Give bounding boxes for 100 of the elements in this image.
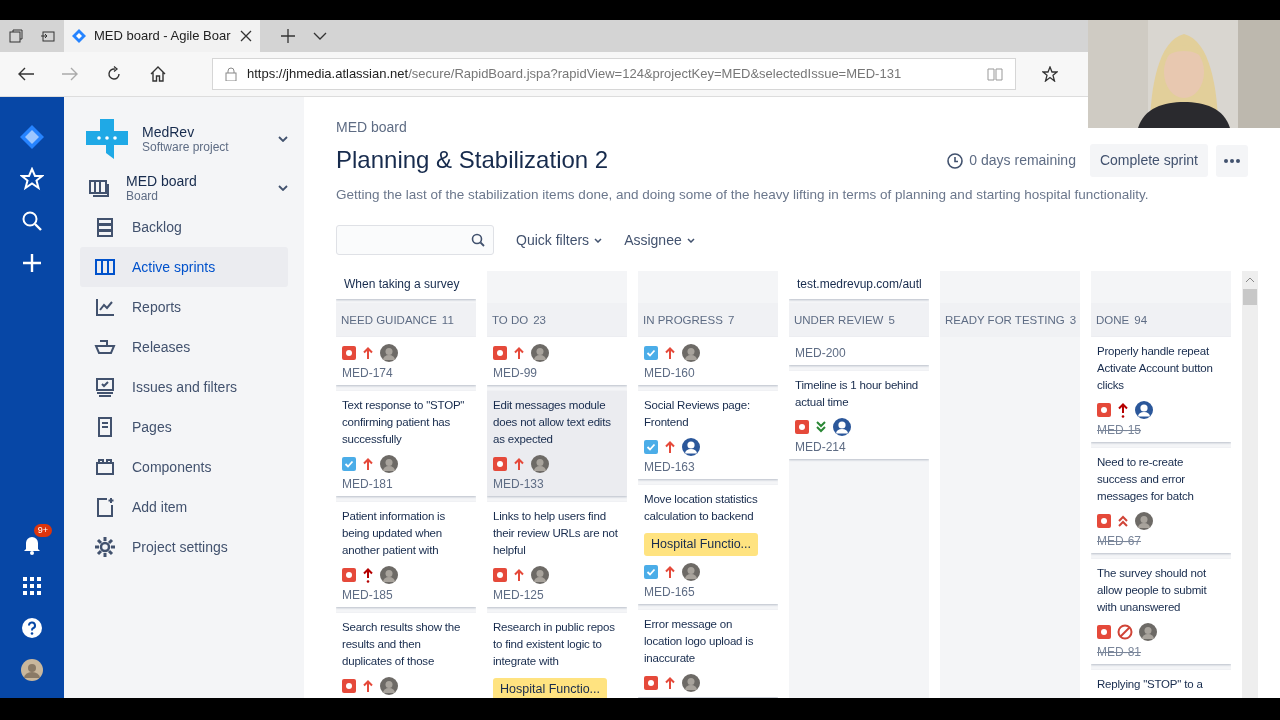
avatar-icon[interactable] (20, 658, 44, 682)
filter-dropdown[interactable]: Quick filters (516, 229, 603, 251)
nav-item[interactable]: Releases (80, 327, 288, 367)
issue-key[interactable]: MED-200 (795, 345, 924, 362)
breadcrumb-link[interactable]: MED board (336, 117, 407, 138)
issue-summary: Patient information is being updated when another patient with (342, 509, 446, 559)
issue-card[interactable]: MED-99 (487, 337, 627, 386)
nav-item[interactable]: Pages (80, 407, 288, 447)
issue-count: 94 (1134, 312, 1148, 328)
nav-item[interactable]: Add item (80, 487, 288, 527)
stack-icon (94, 216, 116, 238)
issue-summary: Search results show the results and then duplicates of those (342, 620, 462, 670)
plus-icon[interactable] (281, 29, 295, 43)
refresh-icon[interactable] (106, 66, 122, 82)
chevron-down-icon[interactable] (278, 185, 288, 191)
diamond-icon (72, 29, 86, 43)
issue-summary: Text response to "STOP" confirming patient has successfully (342, 398, 466, 448)
issue-summary: Social Reviews page: Frontend (644, 398, 751, 431)
search-icon[interactable] (20, 209, 44, 233)
nav-item[interactable]: Issues and filters (80, 367, 288, 407)
close-icon[interactable] (240, 30, 252, 42)
chevron-down-icon (686, 237, 695, 243)
days-remaining: 0 days remaining (969, 151, 1076, 170)
issue-key[interactable]: MED-165 (644, 584, 773, 600)
nav-item[interactable]: Components (80, 447, 288, 487)
issue-key[interactable]: MED-181 (342, 476, 471, 493)
issue-card[interactable]: Error message on location logo upload is inaccurate (638, 610, 778, 697)
issue-card[interactable]: Properly handle repeat Activate Account button clicks MED-15 (1091, 337, 1231, 443)
chevron-down-icon[interactable] (313, 32, 327, 40)
nav-item[interactable]: Active sprints (80, 247, 288, 287)
issue-key[interactable]: MED-133 (493, 476, 622, 493)
chevron-down-icon (594, 237, 603, 243)
issue-summary: Replying "STOP" to a (1097, 677, 1204, 693)
issue-count: 3 (1069, 312, 1077, 328)
tab-preview-icon[interactable] (40, 28, 56, 44)
issue-key[interactable]: MED-214 (795, 439, 924, 456)
issue-key[interactable]: MED-81 (1097, 644, 1226, 661)
issue-card[interactable]: Text response to "STOP" confirming patient has successfully MED-181 (336, 391, 476, 497)
issue-card[interactable]: Edit messages module does not allow text edits as expected MED-133 (487, 391, 627, 497)
home-icon[interactable] (150, 66, 166, 82)
monitor-check-icon (94, 376, 116, 398)
issue-key[interactable]: MED-67 (1097, 533, 1226, 550)
project-type: Software project (142, 140, 230, 154)
filter-dropdown[interactable]: Assignee (624, 229, 695, 251)
board-icon (88, 178, 110, 198)
issue-key[interactable]: MED-99 (493, 365, 622, 382)
column-title: TO DO (492, 312, 529, 328)
epic-label: Hospital Functio... (493, 678, 608, 698)
apps-grid-icon[interactable] (20, 574, 44, 598)
more-button[interactable] (1216, 144, 1248, 177)
issue-card[interactable]: The survey should not allow people to submit with unanswered MED-81 (1091, 559, 1231, 665)
search-field[interactable] (336, 225, 494, 256)
nav-item[interactable]: Backlog (80, 207, 288, 247)
gear-icon (94, 536, 116, 558)
issue-summary: Error message on location logo upload is inaccurate (644, 617, 755, 666)
issue-summary: Move location statistics calculation to backend (644, 492, 759, 525)
issue-card[interactable]: Replying "STOP" to a (1091, 670, 1231, 698)
issue-card[interactable]: Links to help users find their review URLs are not helpful MED-125 (487, 502, 627, 608)
issue-card[interactable]: Search results show the results and then duplicates of those (336, 613, 476, 698)
logo-icon[interactable] (20, 125, 44, 149)
issue-card[interactable]: MED-174 (336, 337, 476, 386)
issue-key[interactable]: MED-163 (644, 459, 773, 476)
sprint-goal: Getting the last of the stabilization items done, and doing some of the heavy lifting in terms of planning and starting hospital functionality. (336, 186, 1150, 204)
issue-card[interactable]: Move location statistics calculation to backend Hospital Functio... MED-165 (638, 485, 778, 604)
back-icon[interactable] (18, 67, 34, 81)
issue-summary: Properly handle repeat Activate Account button clicks (1097, 344, 1214, 394)
chevron-down-icon[interactable] (278, 136, 288, 142)
column-title: READY FOR TESTING (945, 312, 1065, 328)
scroll-up-icon[interactable] (1245, 277, 1255, 284)
help-icon[interactable] (20, 616, 44, 640)
nav-item[interactable]: Reports (80, 287, 288, 327)
card-snippet[interactable]: test.medrevup.com/autl (789, 271, 929, 300)
issue-key[interactable]: MED-125 (493, 587, 622, 604)
issue-card[interactable]: Need to re-create success and error messages for batch MED-67 (1091, 448, 1231, 554)
star-icon[interactable] (1042, 66, 1058, 82)
clock-icon (947, 152, 964, 169)
issue-card[interactable]: MED-160 (638, 337, 778, 386)
complete-sprint-button[interactable]: Complete sprint (1089, 144, 1208, 177)
scrollbar-thumb[interactable] (1243, 289, 1257, 306)
column-title: NEED GUIDANCE (341, 312, 437, 328)
issue-card[interactable]: Social Reviews page: Frontend MED-163 (638, 391, 778, 480)
tabs-aside-icon[interactable] (8, 28, 24, 44)
issue-key[interactable]: MED-185 (342, 587, 471, 604)
lock-icon (225, 67, 237, 81)
project-logo-icon (86, 119, 128, 159)
issue-card[interactable]: Timeline is 1 hour behind actual time MED-214 (789, 371, 929, 460)
add-page-icon (94, 496, 116, 518)
issue-card[interactable]: MED-200 (789, 337, 929, 366)
issue-key[interactable]: MED-15 (1097, 422, 1226, 439)
search-icon (471, 233, 485, 248)
issue-card[interactable]: Patient information is being updated when another patient with MED-185 (336, 502, 476, 608)
issue-key[interactable]: MED-174 (342, 365, 471, 382)
address-bar[interactable]: https://jhmedia.atlassian.net/secure/RapidBoard.jspa?rapidView=124&projectKey=MED&selectedIssue=MED-131 (212, 58, 1016, 90)
issue-count: 5 (888, 312, 895, 328)
issue-card[interactable]: Research in public repos to find existent logic to integrate with Hospital Functio... (487, 613, 627, 698)
issue-summary: Need to re-create success and error messages for batch (1097, 455, 1195, 505)
card-snippet[interactable]: When taking a survey (336, 271, 476, 300)
nav-item[interactable]: Project settings (80, 527, 288, 567)
issue-key[interactable]: MED-160 (644, 365, 773, 382)
browser-tab[interactable]: MED board - Agile Boar (64, 20, 260, 52)
